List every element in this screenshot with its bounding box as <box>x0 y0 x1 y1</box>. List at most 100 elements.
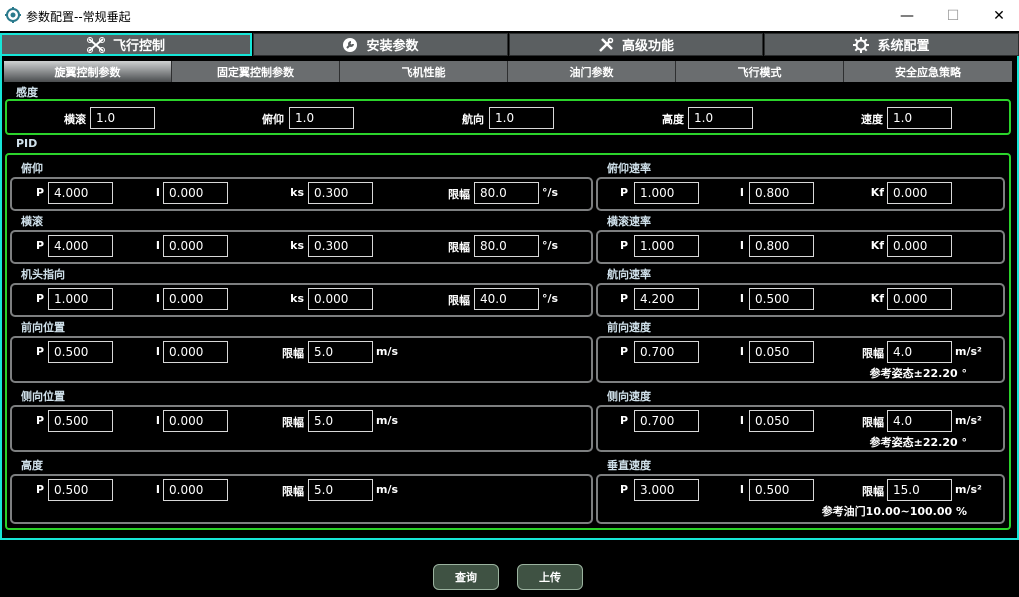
pid-right-i-input[interactable] <box>749 182 814 204</box>
sensitivity-pitch-input[interactable] <box>289 107 354 129</box>
sensitivity-altitude-input[interactable] <box>688 107 753 129</box>
pid-right-title: 航向速率 <box>607 268 651 281</box>
window-title: 参数配置--常规垂起 <box>26 10 131 24</box>
subtab-throttle-params[interactable]: 油门参数 <box>508 61 676 82</box>
tab-label: 高级功能 <box>621 39 674 54</box>
subtab-safety-emergency[interactable]: 安全应急策略 <box>844 61 1012 82</box>
p-label: P <box>35 483 44 496</box>
reference-note: 参考油门10.00~100.00 % <box>821 505 967 518</box>
i-label: I <box>155 186 160 199</box>
tab-label: 飞行控制 <box>112 39 165 54</box>
pid-right-i-input[interactable] <box>749 235 814 257</box>
pid-left-p-input[interactable] <box>48 288 113 310</box>
limit-label: 限幅 <box>282 416 304 429</box>
pid-right-i-input[interactable] <box>749 479 814 501</box>
pid-left-limit-input[interactable] <box>474 288 539 310</box>
pid-left-title: 高度 <box>21 459 43 472</box>
pid-left-i-input[interactable] <box>163 341 228 363</box>
tab-flight-control[interactable]: 飞行控制 <box>0 33 252 56</box>
pid-right-kf-input[interactable] <box>887 235 952 257</box>
limit-label: 限幅 <box>448 294 470 307</box>
pid-left-i-input[interactable] <box>163 288 228 310</box>
subtab-flight-mode[interactable]: 飞行模式 <box>676 61 844 82</box>
i-label: I <box>155 239 160 252</box>
pid-left-p-input[interactable] <box>48 235 113 257</box>
i-label: I <box>739 483 744 496</box>
limit-label: 限幅 <box>282 347 304 360</box>
sensitivity-speed-input[interactable] <box>887 107 952 129</box>
pid-right-limit-input[interactable] <box>887 341 952 363</box>
pid-left-title: 机头指向 <box>21 268 65 281</box>
tab-advanced-functions[interactable]: 高级功能 <box>509 33 763 56</box>
sensitivity-yaw-input[interactable] <box>489 107 554 129</box>
query-button[interactable]: 查询 <box>433 564 499 590</box>
pid-right-kf-input[interactable] <box>887 182 952 204</box>
close-button[interactable]: ✕ <box>976 0 1019 31</box>
pid-right-i-input[interactable] <box>749 341 814 363</box>
tools-icon <box>599 37 614 52</box>
tab-label: 安装参数 <box>366 39 419 54</box>
pid-right-kf-input[interactable] <box>887 288 952 310</box>
pid-right-title: 俯仰速率 <box>607 162 651 175</box>
p-label: P <box>619 239 628 252</box>
i-label: I <box>155 483 160 496</box>
maximize-button[interactable]: ☐ <box>930 0 976 31</box>
pid-left-p-input[interactable] <box>48 182 113 204</box>
pid-left-i-input[interactable] <box>163 235 228 257</box>
pid-left-p-input[interactable] <box>48 410 113 432</box>
i-label: I <box>155 292 160 305</box>
pid-left-title: 横滚 <box>21 215 43 228</box>
pid-left-title: 前向位置 <box>21 321 65 334</box>
unit-label: m/s <box>376 483 399 496</box>
limit-label: 限幅 <box>862 485 884 498</box>
pid-right-p-input[interactable] <box>634 235 699 257</box>
sensitivity-roll-input[interactable] <box>90 107 155 129</box>
pid-left-ks-input[interactable] <box>308 235 373 257</box>
unit-label: m/s² <box>955 483 982 496</box>
subtab-aircraft-performance[interactable]: 飞机性能 <box>340 61 508 82</box>
pid-left-ks-input[interactable] <box>308 182 373 204</box>
pid-right-title: 侧向速度 <box>607 390 651 403</box>
pid-left-limit-input[interactable] <box>474 235 539 257</box>
pid-right-i-input[interactable] <box>749 410 814 432</box>
pid-right-title: 前向速度 <box>607 321 651 334</box>
p-label: P <box>619 292 628 305</box>
pid-left-p-input[interactable] <box>48 341 113 363</box>
pid-right-p-input[interactable] <box>634 182 699 204</box>
pid-right-p-input[interactable] <box>634 410 699 432</box>
i-label: I <box>739 345 744 358</box>
tab-system-config[interactable]: 系统配置 <box>764 33 1019 56</box>
pid-left-limit-input[interactable] <box>308 479 373 501</box>
subtab-fixed-wing-control[interactable]: 固定翼控制参数 <box>172 61 340 82</box>
pid-left-p-input[interactable] <box>48 479 113 501</box>
gear-icon <box>853 36 870 53</box>
sensitivity-altitude-label: 高度 <box>662 113 684 126</box>
pid-right-p-input[interactable] <box>634 341 699 363</box>
upload-button[interactable]: 上传 <box>517 564 583 590</box>
pid-left-limit-input[interactable] <box>308 341 373 363</box>
minimize-button[interactable]: — <box>884 0 930 31</box>
i-label: I <box>155 414 160 427</box>
pid-left-ks-input[interactable] <box>308 288 373 310</box>
pid-right-p-input[interactable] <box>634 479 699 501</box>
wrench-circle-icon <box>343 37 358 52</box>
app-logo-icon <box>5 7 21 23</box>
pid-right-title: 垂直速度 <box>607 459 651 472</box>
main-tab-bar: 飞行控制 安装参数 高级功能 系统配置 <box>0 33 1019 56</box>
pid-left-i-input[interactable] <box>163 410 228 432</box>
pid-left-limit-input[interactable] <box>474 182 539 204</box>
pid-right-limit-input[interactable] <box>887 410 952 432</box>
pid-right-limit-input[interactable] <box>887 479 952 501</box>
kf-label: Kf <box>870 292 884 305</box>
unit-label: m/s <box>376 345 399 358</box>
subtab-rotor-control[interactable]: 旋翼控制参数 <box>4 61 172 82</box>
pid-left-i-input[interactable] <box>163 479 228 501</box>
pid-left-i-input[interactable] <box>163 182 228 204</box>
pid-title: PID <box>16 137 38 150</box>
tab-install-params[interactable]: 安装参数 <box>253 33 508 56</box>
pid-right-i-input[interactable] <box>749 288 814 310</box>
pid-left-limit-input[interactable] <box>308 410 373 432</box>
kf-label: Kf <box>870 239 884 252</box>
p-label: P <box>35 239 44 252</box>
pid-right-p-input[interactable] <box>634 288 699 310</box>
